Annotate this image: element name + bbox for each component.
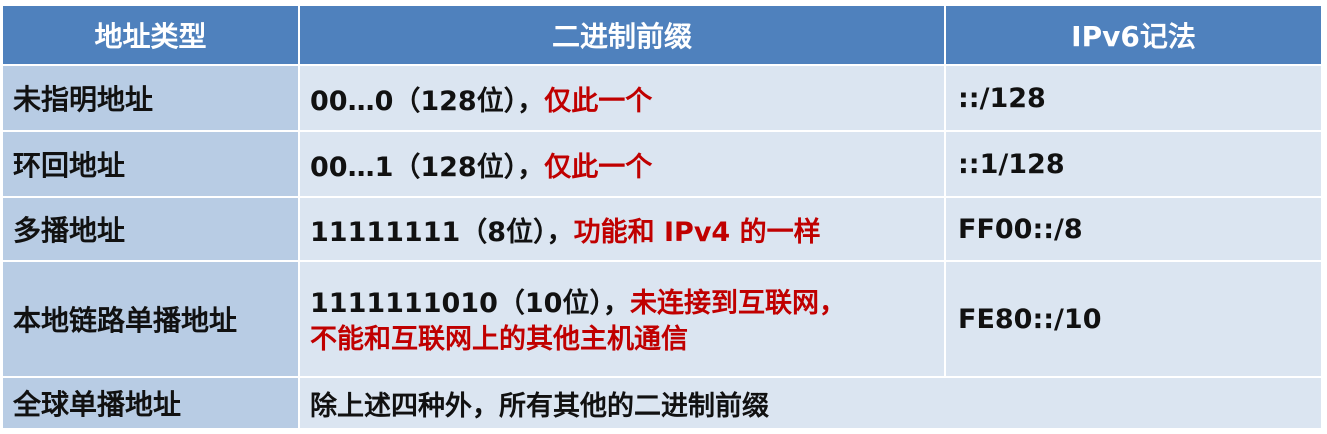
row-unspecified-type: 未指明地址 <box>3 66 300 132</box>
row-multicast-notation: FF00::/8 <box>946 198 1323 262</box>
row-multicast-type: 多播地址 <box>3 198 300 262</box>
header-address-type: 地址类型 <box>3 6 300 66</box>
header-binary-prefix: 二进制前缀 <box>300 6 946 66</box>
prefix-emphasis: 仅此一个 <box>544 85 653 117</box>
row-unspecified-prefix: 00…0（128位）， 仅此一个 <box>300 66 946 132</box>
header-ipv6-notation: IPv6记法 <box>946 6 1323 66</box>
prefix-emphasis: 仅此一个 <box>544 151 653 183</box>
prefix-text: 11111111（8位）， <box>310 216 574 248</box>
prefix-emphasis-line2: 不能和互联网上的其他主机通信 <box>310 324 688 355</box>
row-loopback-prefix: 00…1（128位）， 仅此一个 <box>300 132 946 198</box>
row-multicast-prefix: 11111111（8位）， 功能和 IPv4 的一样 <box>300 198 946 262</box>
row-global-unicast-prefix: 除上述四种外，所有其他的二进制前缀 <box>300 378 1323 430</box>
row-loopback-notation: ::1/128 <box>946 132 1323 198</box>
row-link-local-type: 本地链路单播地址 <box>3 262 300 378</box>
prefix-emphasis: 功能和 IPv4 的一样 <box>573 216 821 248</box>
prefix-emphasis: 未连接到互联网， <box>629 288 846 319</box>
row-link-local-notation: FE80::/10 <box>946 262 1323 378</box>
prefix-text: 1111111010（10位）， <box>310 288 630 319</box>
row-global-unicast-type: 全球单播地址 <box>3 378 300 430</box>
prefix-text: 除上述四种外，所有其他的二进制前缀 <box>310 390 769 422</box>
ipv6-address-types-table: 地址类型 二进制前缀 IPv6记法 未指明地址 00…0（128位）， 仅此一个 … <box>3 6 1323 430</box>
prefix-text: 00…1（128位）， <box>310 151 545 183</box>
row-unspecified-notation: ::/128 <box>946 66 1323 132</box>
prefix-text: 00…0（128位）， <box>310 85 545 117</box>
row-link-local-prefix: 1111111010（10位），未连接到互联网， 不能和互联网上的其他主机通信 <box>300 262 946 378</box>
row-loopback-type: 环回地址 <box>3 132 300 198</box>
